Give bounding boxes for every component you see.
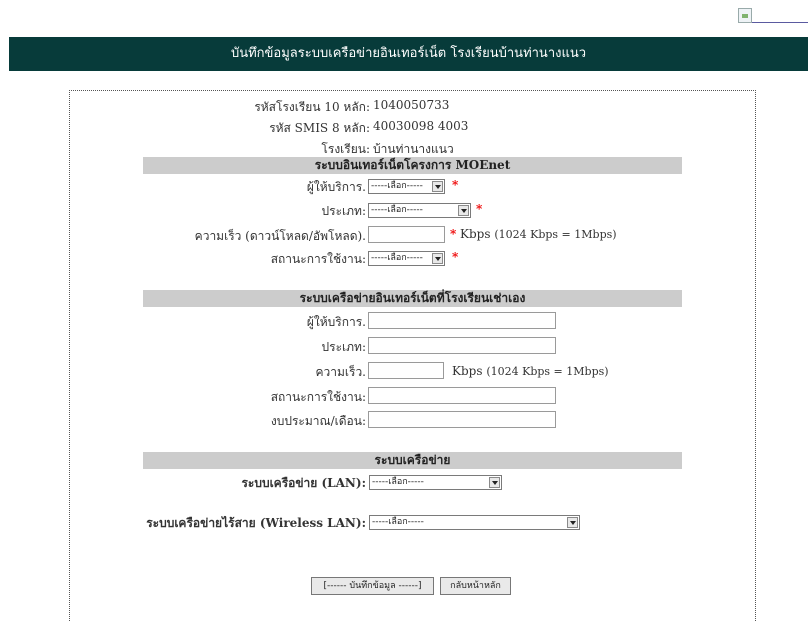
speed-note: (1024 Kbps = 1Mbps) bbox=[494, 228, 617, 241]
own-speed-input[interactable] bbox=[368, 362, 444, 379]
smis-code-value: 40030098 4003 bbox=[373, 119, 469, 133]
required-mark: * bbox=[450, 227, 457, 241]
save-button[interactable]: [------ บันทึกข้อมูล ------] bbox=[311, 577, 434, 595]
own-speed-unit: Kbps (1024 Kbps = 1Mbps) bbox=[452, 364, 609, 378]
own-provider-label: ผู้ให้บริการ. bbox=[306, 315, 366, 329]
select-value: -----เลือก----- bbox=[371, 181, 423, 191]
moenet-section-title: ระบบอินเทอร์เน็ตโครงการ MOEnet bbox=[143, 157, 682, 174]
back-home-button[interactable]: กลับหน้าหลัก bbox=[440, 577, 511, 595]
speed-note: (1024 Kbps = 1Mbps) bbox=[486, 365, 609, 378]
smis-code-label: รหัส SMIS 8 หลัก: bbox=[269, 121, 370, 135]
chevron-down-icon bbox=[458, 205, 469, 216]
school-code-label: รหัสโรงเรียน 10 หลัก: bbox=[254, 100, 370, 114]
own-type-input[interactable] bbox=[368, 337, 556, 354]
speed-unit-text: Kbps bbox=[452, 364, 483, 378]
required-mark: * bbox=[452, 250, 459, 264]
required-mark: * bbox=[476, 202, 483, 216]
school-code-value: 1040050733 bbox=[373, 98, 450, 112]
chevron-down-icon bbox=[489, 477, 500, 488]
link-underline bbox=[752, 22, 808, 23]
own-speed-label: ความเร็ว. bbox=[315, 365, 366, 379]
moenet-type-select[interactable]: -----เลือก----- bbox=[368, 203, 471, 218]
own-provider-input[interactable] bbox=[368, 312, 556, 329]
moenet-provider-select[interactable]: -----เลือก----- bbox=[368, 179, 445, 194]
own-status-input[interactable] bbox=[368, 387, 556, 404]
own-budget-label: งบประมาณ/เดือน: bbox=[270, 414, 366, 428]
required-mark: * bbox=[452, 178, 459, 192]
own-internet-section-title: ระบบเครือข่ายอินเทอร์เน็ตที่โรงเรียนเช่า… bbox=[143, 290, 682, 307]
select-value: -----เลือก----- bbox=[371, 253, 423, 263]
moenet-speed-input[interactable] bbox=[368, 226, 445, 243]
own-status-label: สถานะการใช้งาน: bbox=[270, 390, 366, 404]
select-value: -----เลือก----- bbox=[371, 205, 423, 215]
select-value: -----เลือก----- bbox=[372, 477, 424, 487]
moenet-status-select[interactable]: -----เลือก----- bbox=[368, 251, 445, 266]
chevron-down-icon bbox=[567, 517, 578, 528]
chevron-down-icon bbox=[432, 181, 443, 192]
network-section-title: ระบบเครือข่าย bbox=[143, 452, 682, 469]
lan-label: ระบบเครือข่าย (LAN): bbox=[241, 476, 366, 490]
broken-image-link[interactable] bbox=[738, 8, 808, 26]
moenet-provider-label: ผู้ให้บริการ. bbox=[306, 180, 366, 194]
wlan-select[interactable]: -----เลือก----- bbox=[369, 515, 580, 530]
select-value: -----เลือก----- bbox=[372, 517, 424, 527]
own-type-label: ประเภท: bbox=[321, 340, 366, 354]
speed-unit-text: Kbps bbox=[460, 227, 491, 241]
broken-image-icon bbox=[738, 8, 752, 23]
chevron-down-icon bbox=[432, 253, 443, 264]
wlan-label: ระบบเครือข่ายไร้สาย (Wireless LAN): bbox=[146, 516, 366, 530]
own-budget-input[interactable] bbox=[368, 411, 556, 428]
moenet-type-label: ประเภท: bbox=[321, 204, 366, 218]
moenet-status-label: สถานะการใช้งาน: bbox=[270, 252, 366, 266]
moenet-speed-unit: Kbps (1024 Kbps = 1Mbps) bbox=[460, 227, 617, 241]
page-title: บันทึกข้อมูลระบบเครือข่ายอินเทอร์เน็ต โร… bbox=[9, 37, 808, 71]
moenet-speed-label: ความเร็ว (ดาวน์โหลด/อัพโหลด). bbox=[194, 229, 366, 243]
lan-select[interactable]: -----เลือก----- bbox=[369, 475, 502, 490]
